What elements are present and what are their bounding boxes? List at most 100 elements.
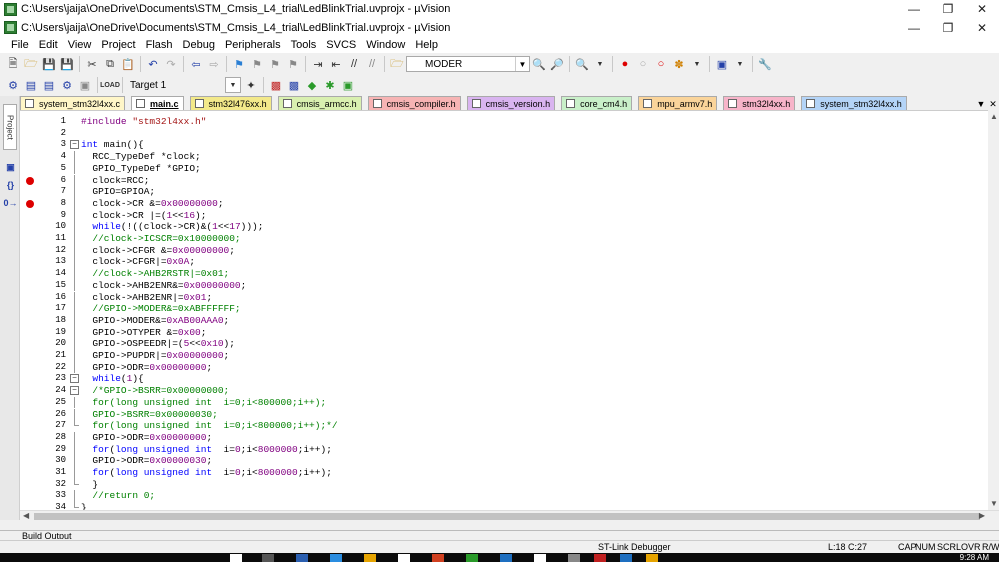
breakpoint-icon[interactable] <box>26 199 34 208</box>
menu-svcs[interactable]: SVCS <box>321 39 361 51</box>
taskbar-app-icon[interactable] <box>432 554 444 562</box>
code-line[interactable]: 5 GPIO_TypeDef *GPIO; <box>20 162 988 175</box>
stop-build-icon[interactable]: ▣ <box>77 77 93 93</box>
chevron-down-icon[interactable]: ▼ <box>515 57 529 71</box>
fold-toggle-icon[interactable]: − <box>70 386 79 396</box>
code-line[interactable]: 34} <box>20 502 988 510</box>
kill-all-breakpoints-icon[interactable]: ✽ <box>671 56 687 72</box>
manage-components-icon[interactable]: ▩ <box>268 77 284 93</box>
taskbar-app-icon[interactable] <box>296 554 308 562</box>
incremental-find-icon[interactable]: 🔎 <box>549 56 565 72</box>
save-all-icon[interactable]: 💾 <box>59 56 75 72</box>
code-line[interactable]: 29 for(long unsigned int i=0;i<8000000;i… <box>20 443 988 456</box>
taskbar-app-icon[interactable] <box>646 554 658 562</box>
indent-icon[interactable]: ⇥ <box>310 56 326 72</box>
code-line[interactable]: 16 clock->AHB2ENR|=0x01; <box>20 291 988 304</box>
menu-flash[interactable]: Flash <box>141 39 178 51</box>
disable-breakpoint-icon[interactable]: ○ <box>635 56 651 72</box>
taskbar-app-icon[interactable] <box>364 554 376 562</box>
editor-tab[interactable]: stm32l4xx.h <box>723 96 796 110</box>
code-line[interactable]: 3− int main(){ <box>20 139 988 151</box>
code-line[interactable]: 25 for(long unsigned int i=0;i<800000;i+… <box>20 396 988 409</box>
prev-bookmark-icon[interactable]: ⚑ <box>249 56 265 72</box>
inner-minimize-button[interactable]: — <box>897 18 931 37</box>
find-combo[interactable]: MODER ▼ <box>406 56 530 72</box>
code-line[interactable]: 11 //clock->ICSCR=0x10000000; <box>20 233 988 245</box>
templates-icon[interactable]: 0→ <box>4 196 18 210</box>
new-file-icon[interactable]: 🗎 <box>5 56 21 72</box>
menu-window[interactable]: Window <box>361 39 410 51</box>
breakpoint-icon[interactable] <box>26 176 34 185</box>
code-line[interactable]: 1 #include "stm32l4xx.h" <box>20 116 988 128</box>
menu-tools[interactable]: Tools <box>286 39 322 51</box>
unindent-icon[interactable]: ⇤ <box>328 56 344 72</box>
books-icon[interactable]: ▣ <box>4 160 17 174</box>
taskbar-app-icon[interactable] <box>262 554 274 562</box>
code-line[interactable]: 31 for(long unsigned int i=0;i<8000000;i… <box>20 467 988 479</box>
bookmark-icon[interactable]: ⚑ <box>231 56 247 72</box>
undo-icon[interactable]: ↶ <box>145 56 161 72</box>
target-dropdown-icon[interactable]: ▼ <box>225 77 241 93</box>
code-line[interactable]: 15 clock->AHB2ENR&=0x00000000; <box>20 279 988 292</box>
next-bookmark-icon[interactable]: ⚑ <box>267 56 283 72</box>
download-load-icon[interactable]: LOAD <box>100 77 120 93</box>
target-options-icon[interactable]: ✦ <box>243 77 259 93</box>
code-line[interactable]: 20 GPIO->OSPEEDR|=(5<<0x10); <box>20 338 988 350</box>
scroll-right-icon[interactable]: ▶ <box>979 511 985 520</box>
editor-tab[interactable]: main.c <box>131 96 184 110</box>
inner-restore-button[interactable]: ❐ <box>931 18 965 37</box>
code-line[interactable]: 14 //clock->AHB2RSTR|=0x01; <box>20 268 988 280</box>
tab-list-icon[interactable]: ▼ <box>975 99 987 110</box>
menu-debug[interactable]: Debug <box>178 39 220 51</box>
code-line[interactable]: 26 GPIO->BSRR=0x00000030; <box>20 408 988 421</box>
menu-file[interactable]: File <box>6 39 34 51</box>
taskbar-app-icon[interactable] <box>568 554 580 562</box>
dropdown-arrow-icon[interactable]: ▼ <box>689 56 705 72</box>
configure-tools-icon[interactable]: 🔧 <box>757 56 773 72</box>
paste-icon[interactable]: 📋 <box>120 56 136 72</box>
code-line[interactable]: 12 clock->CFGR &=0x00000000; <box>20 244 988 257</box>
taskbar-app-icon[interactable] <box>230 554 242 562</box>
comment-icon[interactable]: // <box>346 56 362 72</box>
window-layout-icon[interactable]: ▣ <box>714 56 730 72</box>
taskbar-app-icon[interactable] <box>466 554 478 562</box>
build-icon[interactable]: ▤ <box>23 77 39 93</box>
code-line[interactable]: 7 GPIO=GPIOA; <box>20 186 988 198</box>
code-line[interactable]: 28 GPIO->ODR=0x00000000; <box>20 431 988 444</box>
cut-icon[interactable]: ✂ <box>84 56 100 72</box>
fold-toggle-icon[interactable]: − <box>70 374 79 384</box>
code-line[interactable]: 13 clock->CFGR|=0x0A; <box>20 256 988 269</box>
debug-session-icon[interactable]: 🔍 <box>574 56 590 72</box>
clear-bookmarks-icon[interactable]: ⚑ <box>285 56 301 72</box>
code-editor[interactable]: 1 #include "stm32l4xx.h" 2 3− int main(){4 R… <box>20 110 988 510</box>
code-line[interactable]: 9 clock->CR |=(1<<16); <box>20 209 988 222</box>
uncomment-icon[interactable]: // <box>364 56 380 72</box>
nav-back-icon[interactable]: ⇦ <box>188 56 204 72</box>
code-line[interactable]: 24− /*GPIO->BSRR=0x00000000; <box>20 385 988 397</box>
code-line[interactable]: 32 } <box>20 478 988 491</box>
code-line[interactable]: 10 while(!((clock->CR)&(1<<17))); <box>20 221 988 233</box>
taskbar-app-icon[interactable] <box>534 554 546 562</box>
translate-icon[interactable]: ⚙ <box>5 77 21 93</box>
dropdown-arrow-icon[interactable]: ▼ <box>732 56 748 72</box>
code-line[interactable]: 8 clock->CR &=0x00000000; <box>20 197 988 210</box>
code-line[interactable]: 21 GPIO->PUPDR|=0x00000000; <box>20 350 988 362</box>
inner-close-button[interactable]: ✕ <box>965 18 999 37</box>
vertical-scrollbar[interactable]: ▲ ▼ <box>988 110 999 510</box>
insert-breakpoint-icon[interactable]: ● <box>617 56 633 72</box>
disable-all-breakpoints-icon[interactable]: ○ <box>653 56 669 72</box>
menu-help[interactable]: Help <box>410 39 443 51</box>
code-line[interactable]: 2 <box>20 128 988 140</box>
code-line[interactable]: 18 GPIO->MODER&=0xAB00AAA0; <box>20 314 988 327</box>
minimize-button[interactable]: — <box>897 0 931 18</box>
open-folder-icon[interactable]: 🗁 <box>23 56 39 72</box>
close-tab-icon[interactable]: ✕ <box>987 99 999 110</box>
taskbar-app-icon[interactable] <box>620 554 632 562</box>
project-panel-tab[interactable]: Project <box>3 104 17 150</box>
find-in-files-icon[interactable]: 🗁 <box>389 56 405 72</box>
taskbar-app-icon[interactable] <box>398 554 410 562</box>
menu-peripherals[interactable]: Peripherals <box>220 39 286 51</box>
editor-tab[interactable]: system_stm32l4xx.h <box>801 96 907 110</box>
menu-edit[interactable]: Edit <box>34 39 63 51</box>
code-line[interactable]: 19 GPIO->OTYPER &=0x00; <box>20 326 988 339</box>
